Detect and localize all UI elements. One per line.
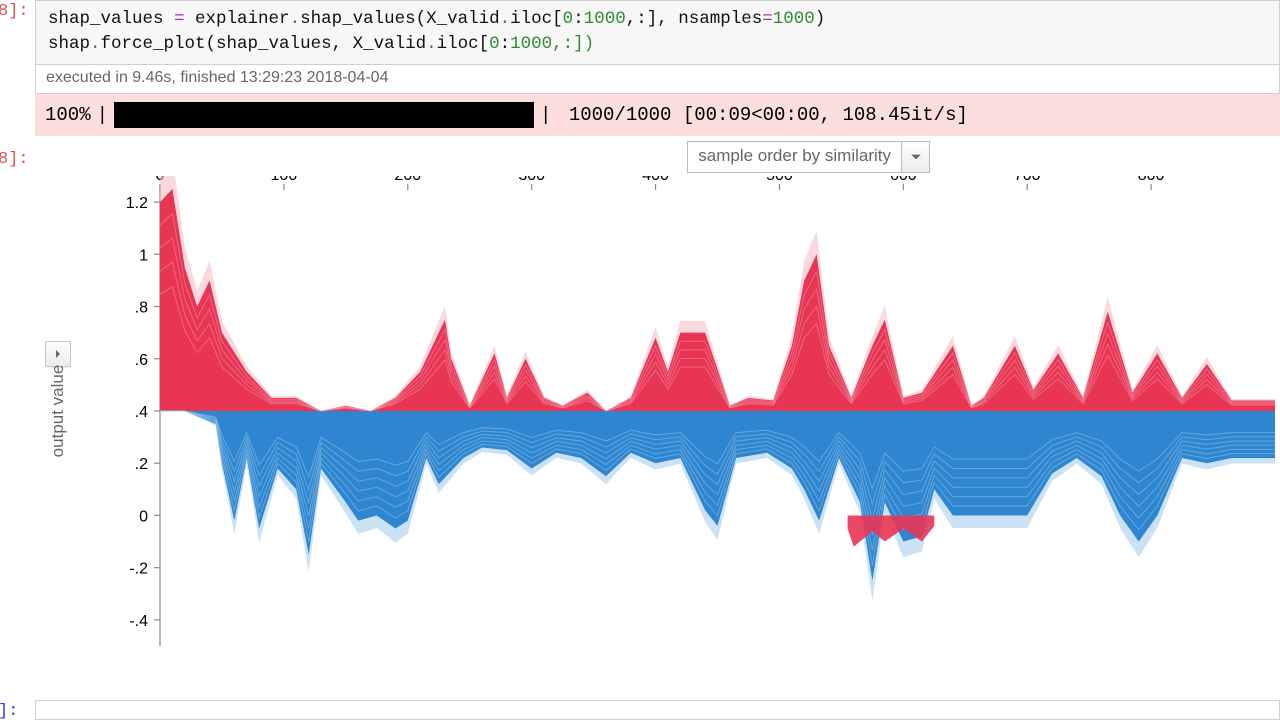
svg-text:1.2: 1.2 xyxy=(126,195,148,212)
svg-text:1: 1 xyxy=(139,247,148,264)
svg-text:.2: .2 xyxy=(135,456,148,473)
chart-svg: 0100200300400500600700800-.4-.20.2.4.6.8… xyxy=(35,176,1280,656)
code-token: 1000 xyxy=(510,34,552,54)
code-token: 0 xyxy=(563,9,574,29)
svg-text:-.4: -.4 xyxy=(129,613,148,630)
code-token: ,:], nsamples xyxy=(626,9,763,29)
next-cell[interactable]: ]: xyxy=(0,700,1280,720)
progress-bar-right: | xyxy=(540,104,551,126)
stderr-output: 100% | | 1000/1000 [00:09<00:00, 108.45i… xyxy=(35,94,1280,136)
code-token: . xyxy=(426,34,437,54)
order-select-value[interactable]: sample order by similarity xyxy=(687,141,902,173)
svg-text:200: 200 xyxy=(394,176,421,184)
svg-text:0: 0 xyxy=(139,508,148,525)
svg-text:100: 100 xyxy=(271,176,298,184)
progress-bar-fill xyxy=(114,102,534,128)
code-input-cell[interactable]: shap_values = explainer.shap_values(X_va… xyxy=(35,0,1280,65)
code-token: explainer xyxy=(185,9,290,29)
svg-text:.8: .8 xyxy=(135,299,148,316)
code-token: . xyxy=(500,9,511,29)
code-token: iloc[ xyxy=(510,9,563,29)
code-token: shap_values(X_valid xyxy=(300,9,500,29)
code-token: ,:]) xyxy=(552,34,594,54)
code-token: : xyxy=(500,34,511,54)
code-token: ) xyxy=(815,9,826,29)
svg-text:600: 600 xyxy=(890,176,917,184)
code-token: shap_values xyxy=(48,9,174,29)
chevron-down-icon[interactable] xyxy=(902,141,930,173)
progress-tail: 1000/1000 [00:09<00:00, 108.45it/s] xyxy=(557,104,967,126)
svg-text:.4: .4 xyxy=(135,404,148,421)
svg-text:400: 400 xyxy=(642,176,669,184)
code-token: 0 xyxy=(489,34,500,54)
code-token: . xyxy=(90,34,101,54)
code-token: : xyxy=(573,9,584,29)
in-prompt: 8]: xyxy=(0,2,29,21)
execution-status: executed in 9.46s, finished 13:29:23 201… xyxy=(35,65,1280,94)
svg-text:300: 300 xyxy=(518,176,545,184)
svg-text:800: 800 xyxy=(1138,176,1165,184)
svg-text:500: 500 xyxy=(766,176,793,184)
next-prompt: ]: xyxy=(0,702,18,721)
svg-text:-.2: -.2 xyxy=(129,560,148,577)
svg-text:output value: output value xyxy=(48,364,67,457)
progress-percent: 100% xyxy=(45,104,91,126)
code-token: = xyxy=(174,9,185,29)
out-prompt: 8]: xyxy=(0,150,29,169)
code-token: 1000 xyxy=(773,9,815,29)
progress-bar-left: | xyxy=(97,104,108,126)
shap-force-plot[interactable]: sample order by similarity 0 100 200 300 400… xyxy=(35,136,1280,676)
order-select[interactable]: sample order by similarity xyxy=(687,141,930,173)
svg-text:.6: .6 xyxy=(135,352,148,369)
code-token: = xyxy=(762,9,773,29)
empty-code-cell[interactable] xyxy=(35,700,1280,720)
code-token: iloc[ xyxy=(437,34,490,54)
code-token: force_plot(shap_values, X_valid xyxy=(101,34,427,54)
code-token: 1000 xyxy=(584,9,626,29)
code-token: . xyxy=(290,9,301,29)
svg-text:700: 700 xyxy=(1014,176,1041,184)
code-token: shap xyxy=(48,34,90,54)
